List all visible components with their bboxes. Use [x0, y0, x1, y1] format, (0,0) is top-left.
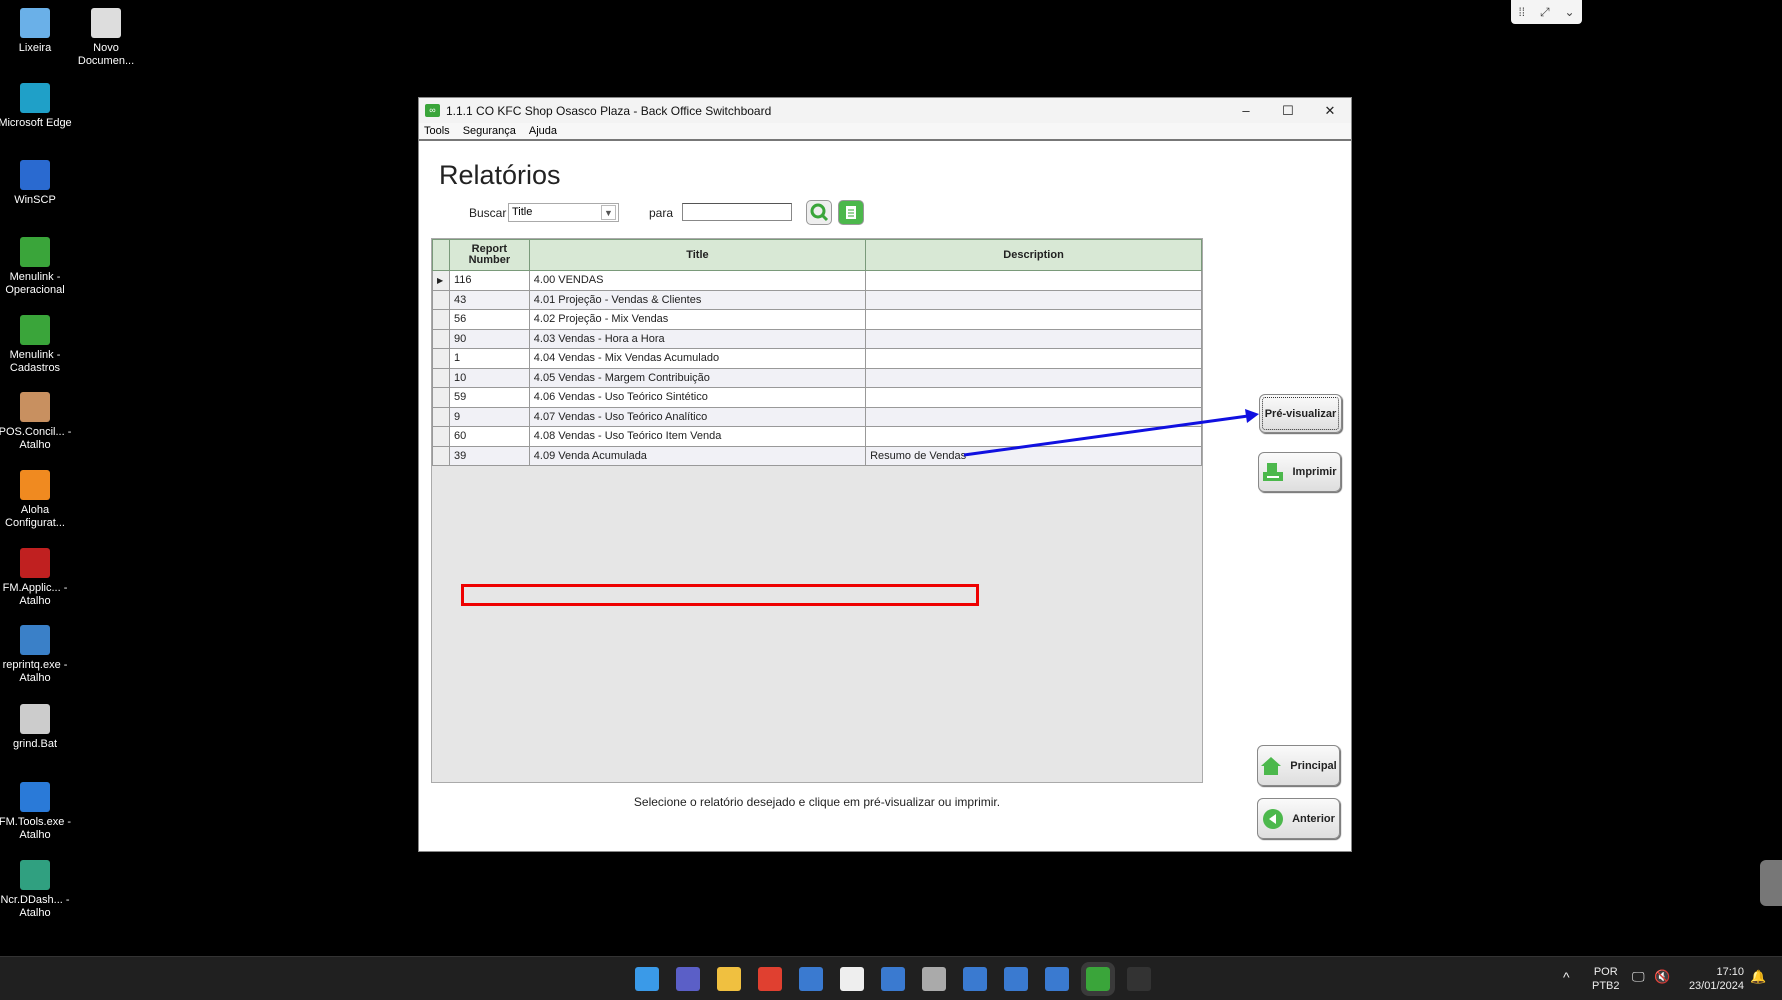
taskbar: ^ POR PTB2 🖵 🔇 17:10 23/01/2024 🔔	[0, 956, 1782, 1000]
network-icon[interactable]: 🖵	[1632, 969, 1645, 985]
taskbar-chrome-icon[interactable]	[758, 967, 782, 991]
taskbar-terminal-icon[interactable]	[1127, 967, 1151, 991]
taskbar-app-icon[interactable]	[963, 967, 987, 991]
taskbar-vnc-icon[interactable]	[840, 967, 864, 991]
volume-muted-icon[interactable]: 🔇	[1654, 969, 1670, 985]
time: 17:10	[1716, 966, 1744, 978]
taskbar-app-icon[interactable]	[881, 967, 905, 991]
taskbar-file-explorer-icon[interactable]	[717, 967, 741, 991]
tray-chevron-icon[interactable]: ^	[1563, 969, 1570, 985]
layout: PTB2	[1592, 980, 1620, 992]
taskbar-app-icon[interactable]	[799, 967, 823, 991]
lang: POR	[1593, 966, 1618, 978]
clock[interactable]: 17:10 23/01/2024	[1680, 965, 1744, 993]
teamviewer-tab[interactable]	[1760, 860, 1782, 906]
taskbar-app-icon[interactable]	[1004, 967, 1028, 991]
language-indicator[interactable]: POR PTB2	[1592, 965, 1620, 993]
taskbar-menulink-icon[interactable]	[1081, 962, 1115, 996]
date: 23/01/2024	[1688, 980, 1744, 992]
taskbar-teams-icon[interactable]	[676, 967, 700, 991]
annotation-arrow	[963, 409, 1259, 457]
taskbar-settings-icon[interactable]	[922, 967, 946, 991]
taskbar-app-icon[interactable]	[1045, 967, 1069, 991]
taskbar-start-icon[interactable]	[635, 967, 659, 991]
notification-bell-icon[interactable]: 🔔	[1750, 969, 1766, 985]
